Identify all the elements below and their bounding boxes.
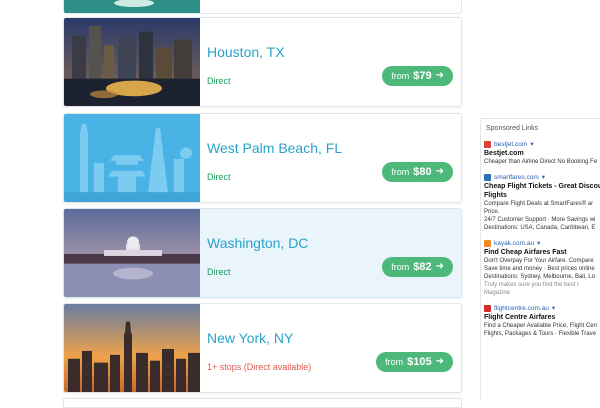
ad-text: Destinations: USA, Canada, Caribbean, E [484, 225, 596, 231]
ad-source[interactable]: bestjet.com ▾ [484, 139, 600, 149]
ad-text: Price. [484, 209, 500, 215]
ad-text: Destinations: Sydney, Melbourne, Bali, L… [484, 274, 595, 280]
destination-thumbnail [64, 114, 200, 202]
kayak-favicon-icon [484, 239, 491, 247]
smartfares-favicon-icon [484, 173, 491, 181]
ad-source[interactable]: smartfares.com ▾ [484, 172, 600, 182]
destination-thumbnail [64, 209, 200, 297]
ad-text: Don't Overpay For Your Airfare. Compare [484, 258, 594, 264]
column-gap [470, 0, 480, 401]
price-prefix: from [391, 262, 410, 272]
ad-text: Find a Cheaper Available Price, Flight C… [484, 323, 597, 329]
destination-thumbnail [64, 304, 200, 392]
result-card[interactable]: New York, NY 1+ stops (Direct available)… [63, 303, 462, 393]
chevron-down-icon[interactable]: ▾ [552, 304, 555, 312]
ad-source-domain[interactable]: kayak.com.au [494, 240, 534, 247]
chevron-down-icon[interactable]: ▾ [542, 173, 545, 181]
ad-source-domain[interactable]: flightcentre.com.au [494, 305, 549, 312]
stops-info: Direct [207, 267, 231, 277]
ad-text: Truly makes sure you find the best r [484, 282, 580, 288]
arrow-right-icon: ➜ [435, 356, 444, 367]
price-prefix: from [385, 357, 404, 367]
arrow-right-icon: ➜ [435, 70, 444, 81]
left-margin [0, 0, 55, 401]
destination-thumbnail [64, 18, 200, 106]
ad-source-domain[interactable]: smartfares.com [494, 174, 539, 181]
result-card-partial-bottom[interactable] [63, 398, 462, 408]
ad-headline[interactable]: Bestjet.com [484, 149, 600, 158]
ad-headline-continued[interactable]: Flights [484, 191, 600, 200]
ad-headline[interactable]: Flight Centre Airfares [484, 313, 600, 322]
ad-text: Flights, Packages & Tours · Flexible Tra… [484, 331, 596, 337]
price-button[interactable]: from $79 ➜ [382, 66, 453, 86]
ad-item[interactable]: kayak.com.au ▾ Find Cheap Airfares Fast … [481, 238, 600, 297]
results-list: Houston, TX Direct from $79 ➜ West Palm … [63, 0, 463, 401]
chevron-down-icon[interactable]: ▾ [537, 239, 540, 247]
ad-source[interactable]: flightcentre.com.au ▾ [484, 303, 600, 313]
ad-item[interactable]: bestjet.com ▾ Bestjet.com Cheaper than A… [481, 139, 600, 166]
ad-text: Save time and money · Best prices online [484, 266, 595, 272]
ad-headline[interactable]: Cheap Flight Tickets - Great Discou [484, 182, 600, 191]
ad-item[interactable]: smartfares.com ▾ Cheap Flight Tickets - … [481, 172, 600, 232]
stops-info: Direct [207, 172, 231, 182]
sponsored-links-title: Sponsored Links [486, 125, 539, 132]
ad-source[interactable]: kayak.com.au ▾ [484, 238, 600, 248]
price-value: $80 [413, 166, 432, 178]
chevron-down-icon[interactable]: ▾ [530, 140, 533, 148]
price-prefix: from [391, 167, 410, 177]
price-prefix: from [391, 71, 410, 81]
destination-city-link[interactable]: West Palm Beach, FL [207, 140, 342, 156]
sponsored-links-panel: Sponsored Links bestjet.com ▾ Bestjet.co… [480, 118, 600, 401]
ad-text: Magazine [484, 290, 511, 296]
ad-headline[interactable]: Find Cheap Airfares Fast [484, 248, 600, 257]
ad-text: Compare Flight Deals at SmartFares® ar [484, 201, 594, 207]
price-button[interactable]: from $80 ➜ [382, 162, 453, 182]
price-value: $79 [413, 70, 432, 82]
arrow-right-icon: ➜ [435, 261, 444, 272]
arrow-right-icon: ➜ [435, 166, 444, 177]
destination-city-link[interactable]: Washington, DC [207, 235, 308, 251]
result-card[interactable]: Houston, TX Direct from $79 ➜ [63, 17, 462, 107]
flightcentre-favicon-icon [484, 304, 491, 312]
result-card[interactable]: West Palm Beach, FL Direct from $80 ➜ [63, 113, 462, 203]
destination-city-link[interactable]: New York, NY [207, 330, 293, 346]
ad-item[interactable]: flightcentre.com.au ▾ Flight Centre Airf… [481, 303, 600, 338]
stops-info: 1+ stops (Direct available) [207, 362, 312, 372]
ad-source-domain[interactable]: bestjet.com [494, 141, 527, 148]
price-button[interactable]: from $82 ➜ [382, 257, 453, 277]
price-value: $105 [407, 356, 432, 368]
ad-text: 24/7 Customer Support · More Savings wi [484, 217, 596, 223]
stops-info: Direct [207, 76, 231, 86]
ad-text: Cheaper than Airline Direct No Booking F… [484, 159, 598, 165]
price-value: $82 [413, 261, 432, 273]
price-button[interactable]: from $105 ➜ [376, 352, 453, 372]
destination-city-link[interactable]: Houston, TX [207, 44, 285, 60]
bestjet-favicon-icon [484, 140, 491, 148]
result-card-highlighted[interactable]: Washington, DC Direct from $82 ➜ [63, 208, 462, 298]
